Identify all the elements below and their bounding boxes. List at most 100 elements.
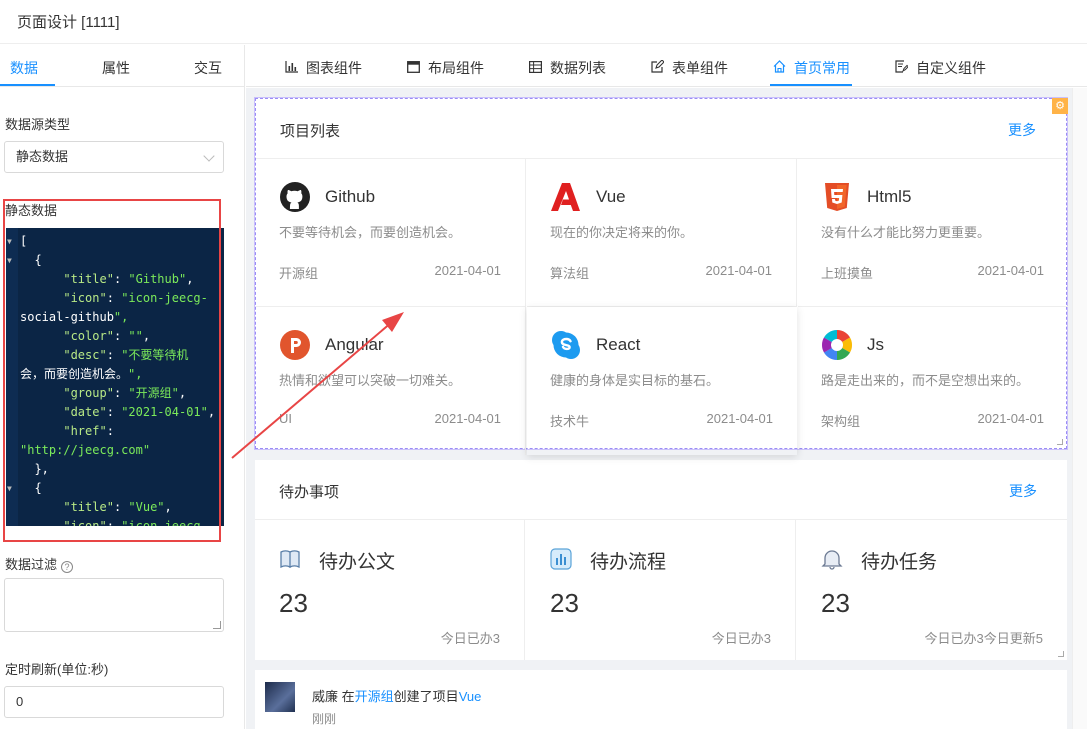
tab-data-list-label: 数据列表 <box>550 60 606 76</box>
canvas-scrollbar[interactable] <box>1072 88 1087 729</box>
project-item[interactable]: Vue 现在的你决定将来的你。 算法组 2021-04-01 <box>527 159 797 307</box>
static-data-label: 静态数据 <box>5 203 58 218</box>
data-filter-label-text: 数据过滤 <box>5 557 58 572</box>
resize-handle-icon[interactable] <box>1057 439 1063 445</box>
tab-interaction[interactable]: 交互 <box>194 58 222 78</box>
project-item[interactable]: Github 不要等待机会，而要创造机会。 开源组 2021-04-01 <box>256 159 526 307</box>
datasource-select[interactable]: 静态数据 <box>4 141 224 173</box>
activity-project-link[interactable]: Vue <box>459 689 482 704</box>
custom-component-icon <box>894 60 909 76</box>
github-icon <box>280 182 310 212</box>
todo-header: 待办事项 更多 <box>255 460 1067 520</box>
project-item[interactable]: React 健康的身体是实目标的基石。 技术牛 2021-04-01 <box>527 307 797 455</box>
react-icon <box>552 331 580 359</box>
data-filter-textarea[interactable] <box>4 578 224 632</box>
todo-sub: 今日已办3 <box>711 631 771 646</box>
project-desc: 现在的你决定将来的你。 <box>550 225 694 240</box>
project-list-header: 项目列表 更多 <box>256 99 1066 159</box>
activity-line: 威廉 在开源组创建了项目Vue <box>312 686 481 705</box>
tab-chart-components[interactable]: 图表组件 <box>284 58 362 78</box>
bell-icon <box>821 550 843 570</box>
chevron-down-icon <box>203 150 215 162</box>
todo-sub: 今日已办3今日更新5 <box>924 631 1043 646</box>
project-group: 算法组 <box>550 266 590 281</box>
todo-title: 待办事项 <box>279 484 340 501</box>
resize-handle-icon[interactable] <box>213 621 221 629</box>
todo-card[interactable]: 待办事项 更多 待办公文 23 今日已办3 待办流程 23 今日已办3 待办任务… <box>255 460 1067 660</box>
config-tabs: 数据 属性 交互 <box>0 45 245 87</box>
project-name: Angular <box>325 335 384 354</box>
activity-user: 威廉 <box>312 689 339 704</box>
tab-chart-components-label: 图表组件 <box>306 60 362 76</box>
tab-properties[interactable]: 属性 <box>102 58 130 78</box>
activity-group-link[interactable]: 开源组 <box>355 689 394 704</box>
project-name: Github <box>325 187 376 206</box>
todo-count: 23 <box>821 588 850 618</box>
project-date: 2021-04-01 <box>434 411 502 426</box>
todo-name: 待办流程 <box>590 552 667 573</box>
todo-item[interactable]: 待办任务 23 今日已办3今日更新5 <box>797 520 1067 660</box>
refresh-input[interactable]: 0 <box>4 686 224 718</box>
todo-item[interactable]: 待办流程 23 今日已办3 <box>526 520 796 660</box>
datasource-value: 静态数据 <box>16 149 69 164</box>
flow-chart-icon <box>550 548 572 570</box>
todo-sub: 今日已办3 <box>440 631 500 646</box>
tab-layout-components[interactable]: 布局组件 <box>406 58 484 78</box>
project-item[interactable]: Html5 没有什么才能比努力更重要。 上班摸鱼 2021-04-01 <box>798 159 1068 307</box>
project-group: 架构组 <box>821 414 861 429</box>
activity-time: 刚刚 <box>312 712 337 726</box>
project-date: 2021-04-01 <box>977 263 1045 278</box>
activity-action: 创建了项目 <box>393 689 459 704</box>
resize-handle-icon[interactable] <box>1058 651 1064 657</box>
project-group: UI <box>279 411 292 426</box>
table-icon <box>528 61 542 76</box>
project-name: React <box>596 335 641 354</box>
project-group: 上班摸鱼 <box>821 266 874 281</box>
project-name: Js <box>867 335 884 354</box>
todo-name: 待办公文 <box>319 552 396 573</box>
tab-home-common[interactable]: 首页常用 <box>772 58 850 78</box>
project-more-link[interactable]: 更多 <box>1008 120 1036 140</box>
project-desc: 健康的身体是实目标的基石。 <box>550 373 720 388</box>
project-date: 2021-04-01 <box>706 411 774 426</box>
project-list-card[interactable]: ⚙ 项目列表 更多 Github 不要等待机会，而要创造机会。 开源组 2021… <box>255 98 1068 455</box>
project-item[interactable]: Angular 热情和欲望可以突破一切难关。 UI 2021-04-01 <box>256 307 526 455</box>
tab-data-list[interactable]: 数据列表 <box>528 58 606 78</box>
avatar <box>265 682 295 712</box>
todo-count: 23 <box>279 588 308 618</box>
tab-home-common-label: 首页常用 <box>794 60 850 76</box>
project-group: 开源组 <box>279 266 319 281</box>
todo-more-link[interactable]: 更多 <box>1009 481 1037 501</box>
layout-icon <box>406 61 420 76</box>
home-icon <box>772 60 786 76</box>
tab-form-components-label: 表单组件 <box>672 60 728 76</box>
bar-chart-icon <box>284 61 298 76</box>
vue-icon <box>551 183 580 211</box>
book-icon <box>280 550 300 569</box>
design-canvas: ⚙ 项目列表 更多 Github 不要等待机会，而要创造机会。 开源组 2021… <box>246 88 1087 729</box>
todo-name: 待办任务 <box>861 552 938 573</box>
tab-custom-components[interactable]: 自定义组件 <box>894 58 986 78</box>
form-edit-icon <box>650 59 665 76</box>
tab-layout-components-label: 布局组件 <box>428 60 484 76</box>
todo-item[interactable]: 待办公文 23 今日已办3 <box>255 520 525 660</box>
refresh-label: 定时刷新(单位:秒) <box>5 662 109 677</box>
project-name: Vue <box>596 187 626 206</box>
project-name: Html5 <box>867 187 912 206</box>
datasource-label: 数据源类型 <box>5 117 71 132</box>
project-date: 2021-04-01 <box>705 263 773 278</box>
project-desc: 没有什么才能比努力更重要。 <box>821 225 991 240</box>
activity-card[interactable]: 威廉 在开源组创建了项目Vue 刚刚 <box>255 670 1067 729</box>
question-icon[interactable]: ? <box>61 561 74 573</box>
project-desc: 不要等待机会，而要创造机会。 <box>279 225 462 240</box>
project-group: 技术牛 <box>550 414 590 429</box>
project-desc: 热情和欲望可以突破一切难关。 <box>279 373 462 388</box>
data-filter-label: 数据过滤? <box>5 554 74 573</box>
active-component-tab-indicator <box>770 84 852 86</box>
tab-data[interactable]: 数据 <box>10 58 38 78</box>
tab-custom-components-label: 自定义组件 <box>916 60 986 76</box>
tab-form-components[interactable]: 表单组件 <box>650 58 728 78</box>
todo-count: 23 <box>550 588 579 618</box>
project-item[interactable]: Js 路是走出来的，而不是空想出来的。 架构组 2021-04-01 <box>798 307 1068 455</box>
js-icon <box>821 330 853 360</box>
